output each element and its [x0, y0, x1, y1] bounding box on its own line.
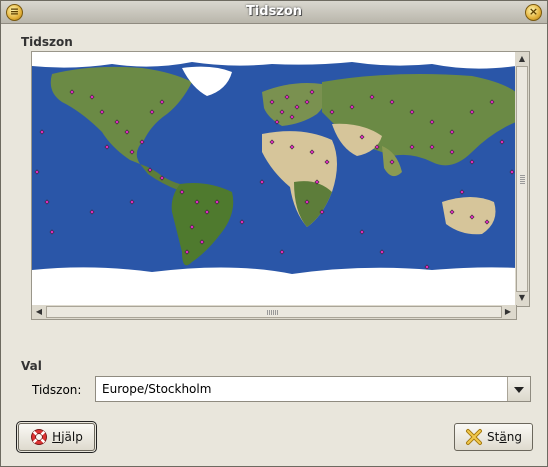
help-button[interactable]: Hjälp [16, 421, 97, 453]
grip-icon [520, 175, 525, 185]
world-map[interactable] [32, 52, 516, 306]
close-button[interactable]: Stäng [454, 423, 533, 451]
scroll-right-arrow-icon[interactable]: ▶ [502, 306, 514, 318]
timezone-map[interactable] [31, 51, 517, 307]
lifebuoy-icon [31, 429, 48, 445]
close-x-icon [466, 429, 483, 445]
horizontal-scrollbar[interactable]: ◀ ▶ [31, 305, 517, 320]
vertical-scroll-thumb[interactable] [516, 66, 528, 292]
horizontal-scroll-thumb[interactable] [46, 306, 502, 318]
scroll-left-arrow-icon[interactable]: ◀ [33, 306, 45, 318]
help-button-label: Hjälp [52, 430, 83, 444]
close-button-label: Stäng [487, 430, 522, 444]
title-bar[interactable]: ≡ Tidszon × [1, 1, 547, 24]
antarctica [32, 267, 516, 306]
timezone-combobox[interactable]: Europe/Stockholm [95, 376, 531, 402]
choice-section-title: Val [21, 359, 42, 373]
window-title: Tidszon [245, 4, 303, 19]
timezone-selected-value: Europe/Stockholm [102, 382, 212, 396]
window-close-icon[interactable]: × [525, 4, 542, 21]
chevron-down-icon[interactable] [507, 377, 530, 401]
timezone-label: Tidszon: [32, 383, 82, 397]
scroll-down-arrow-icon[interactable]: ▼ [516, 292, 528, 304]
dialog-window: ≡ Tidszon × Tidszon ▲ ▼ ◀ ▶ Val Tidszon:… [0, 0, 548, 467]
grip-icon [267, 310, 279, 315]
map-section-title: Tidszon [21, 35, 73, 49]
scroll-up-arrow-icon[interactable]: ▲ [516, 53, 528, 65]
vertical-scrollbar[interactable]: ▲ ▼ [515, 51, 530, 307]
